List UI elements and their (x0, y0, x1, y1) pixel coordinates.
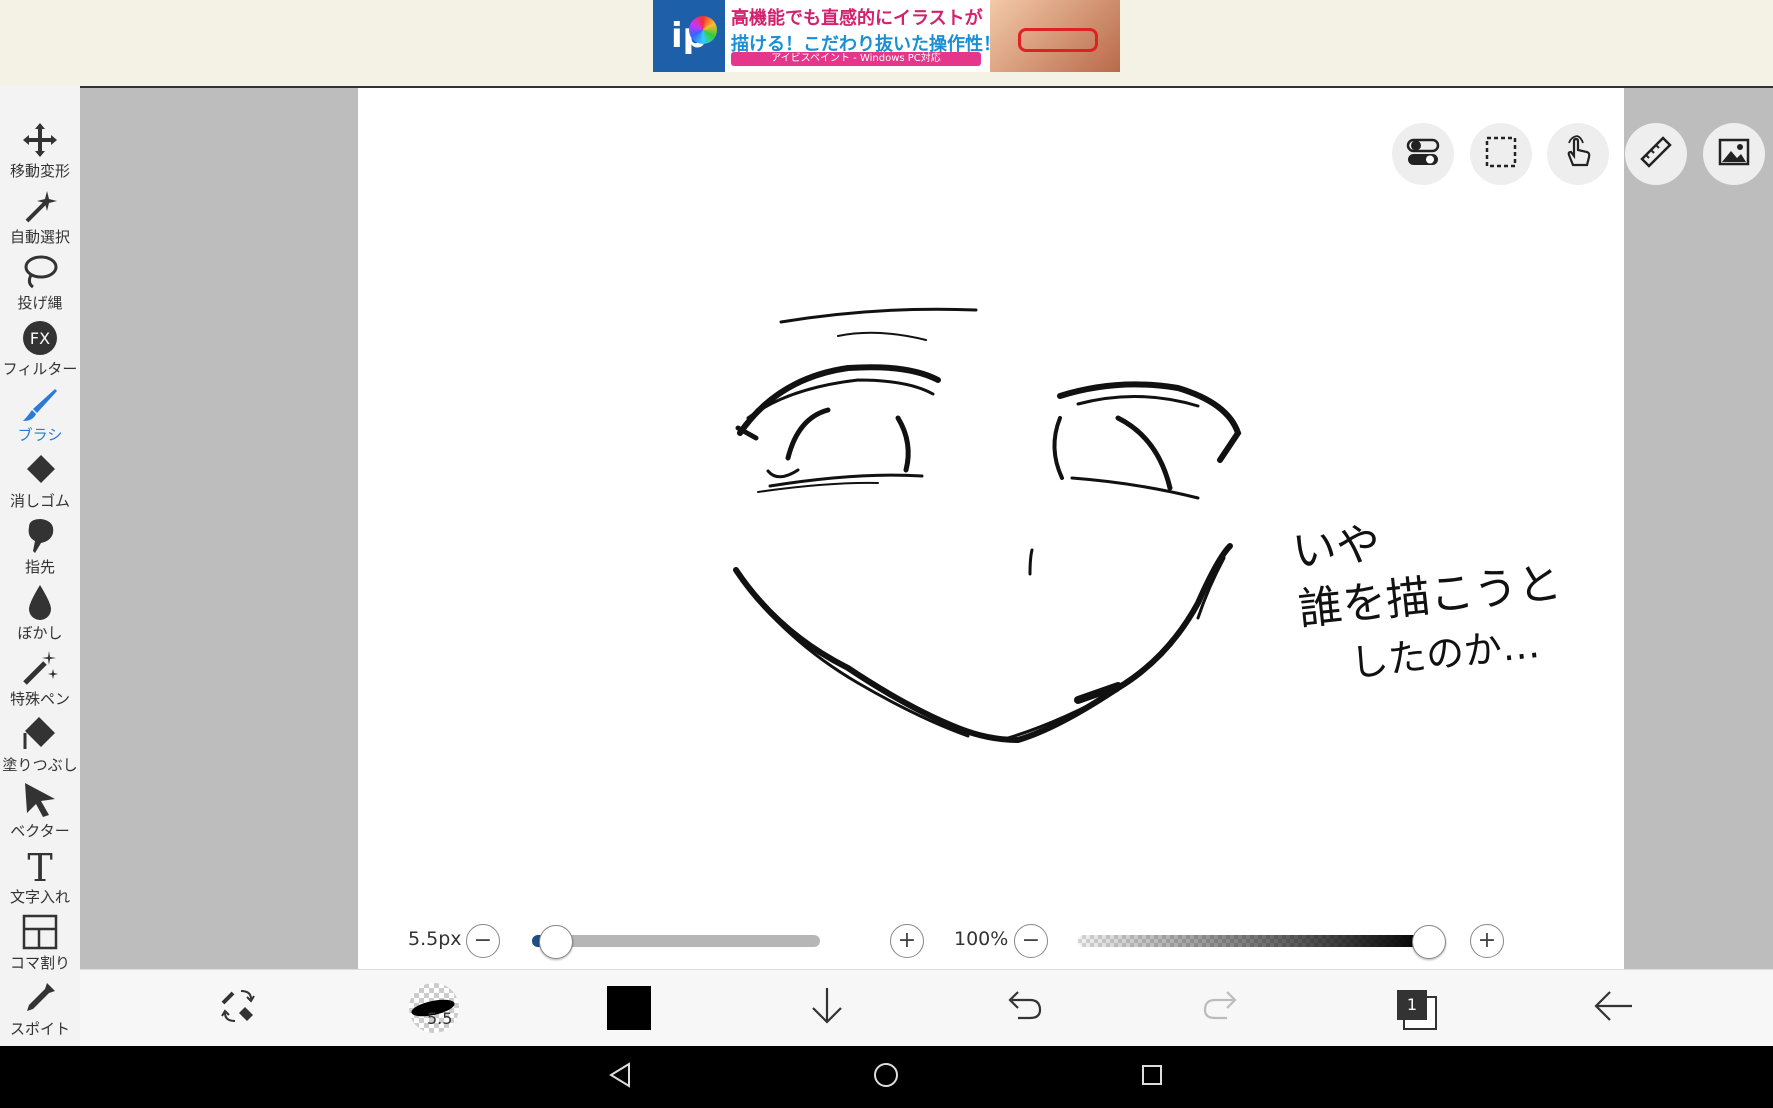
selection-button[interactable] (1470, 123, 1532, 185)
tool-magic-wand[interactable]: 自動選択 (0, 186, 80, 250)
current-color-swatch (607, 986, 651, 1030)
tool-filter[interactable]: FX フィルター (0, 318, 80, 382)
size-decrease-button[interactable]: − (466, 924, 500, 958)
brush-preview-icon: 5.5 (409, 983, 459, 1033)
fill-bucket-icon (0, 714, 80, 754)
toggle-button[interactable] (1392, 123, 1454, 185)
brush-size-label: 5.5px (408, 928, 462, 950)
size-increase-button[interactable]: + (890, 924, 924, 958)
move-transform-icon (0, 120, 80, 160)
toggle-icon (1406, 135, 1440, 173)
brush-sliders: 5.5px − + 100% − + (358, 905, 1624, 975)
tool-swap-button[interactable] (208, 980, 268, 1036)
ad-character-image (990, 0, 1120, 72)
brush-size-knob[interactable] (538, 925, 573, 959)
bottom-toolbar: 5.5 1 (80, 969, 1773, 1047)
svg-text:T: T (27, 847, 52, 885)
layers-button[interactable]: 1 (1387, 980, 1447, 1036)
tool-fill[interactable]: 塗りつぶし (0, 714, 80, 778)
undo-icon (1004, 986, 1044, 1030)
touch-button[interactable] (1547, 123, 1609, 185)
tool-lasso[interactable]: 投げ縄 (0, 252, 80, 316)
eraser-icon (0, 450, 80, 490)
fx-filter-icon: FX (0, 318, 80, 358)
opacity-increase-button[interactable]: + (1470, 924, 1504, 958)
tool-blur[interactable]: ぼかし (0, 582, 80, 646)
tool-brush[interactable]: ブラシ (0, 384, 80, 448)
image-icon (1717, 135, 1751, 173)
vector-cursor-icon (0, 780, 80, 820)
special-pen-icon (0, 648, 80, 688)
color-button[interactable] (599, 980, 659, 1036)
brush-preview-value: 5.5 (427, 1009, 453, 1028)
tool-sidebar: 移動変形 自動選択 投げ縄 FX フィルター ブラシ 消しゴム 指先 ぼかし 特… (0, 86, 80, 1046)
ad-banner[interactable]: ip 高機能でも直感的にイラストが 描ける！こだわり抜いた操作性！ アイビスペイ… (653, 0, 1120, 72)
brush-eraser-swap-icon (217, 985, 259, 1031)
tool-vector[interactable]: ベクター (0, 780, 80, 844)
opacity-slider[interactable] (1078, 935, 1428, 947)
undo-button[interactable] (994, 980, 1054, 1036)
opacity-label: 100% (954, 928, 1009, 950)
blur-drop-icon (0, 582, 80, 622)
redo-button[interactable] (1191, 980, 1251, 1036)
tool-frame-divider[interactable]: コマ割り (0, 912, 80, 976)
eyedropper-icon (0, 978, 80, 1018)
arrow-left-icon (1592, 985, 1634, 1031)
layers-icon: 1 (1397, 988, 1437, 1030)
ad-strip: アイビスペイント - Windows PC対応 (731, 52, 981, 66)
svg-text:FX: FX (30, 329, 50, 348)
triangle-back-icon (607, 1062, 633, 1092)
brush-preview-button[interactable]: 5.5 (404, 980, 464, 1036)
tool-smudge[interactable]: 指先 (0, 516, 80, 580)
finger-smudge-icon (0, 516, 80, 556)
nav-recents-button[interactable] (1135, 1060, 1169, 1094)
download-button[interactable] (797, 980, 857, 1036)
ibispaint-logo: ip (653, 0, 725, 72)
tool-special-pen[interactable]: 特殊ペン (0, 648, 80, 712)
nav-back-button[interactable] (603, 1060, 637, 1094)
brush-icon (0, 384, 80, 424)
tool-eyedropper[interactable]: スポイト (0, 978, 80, 1042)
redo-icon (1201, 986, 1241, 1030)
opacity-knob[interactable] (1412, 925, 1446, 959)
text-icon: T (0, 846, 80, 886)
brush-size-slider[interactable] (532, 935, 820, 947)
ruler-icon (1639, 135, 1673, 173)
nav-home-button[interactable] (869, 1060, 903, 1094)
opacity-decrease-button[interactable]: − (1014, 924, 1048, 958)
reference-image-button[interactable] (1703, 123, 1765, 185)
ad-bar: ip 高機能でも直感的にイラストが 描ける！こだわり抜いた操作性！ アイビスペイ… (0, 0, 1773, 88)
drawing-canvas[interactable]: いや 誰を描こうと したのか… (358, 88, 1624, 970)
lasso-icon (0, 252, 80, 292)
layer-count: 1 (1397, 990, 1427, 1020)
square-recents-icon (1140, 1063, 1164, 1091)
selection-rect-icon (1484, 135, 1518, 173)
tool-move-transform[interactable]: 移動変形 (0, 120, 80, 184)
hand-touch-icon (1561, 135, 1595, 173)
frame-divider-icon (0, 912, 80, 952)
arrow-down-icon (807, 986, 847, 1030)
ruler-button[interactable] (1625, 123, 1687, 185)
tool-text[interactable]: T 文字入れ (0, 846, 80, 910)
handwritten-note: いや 誰を描こうと したのか… (1290, 497, 1571, 698)
tool-eraser[interactable]: 消しゴム (0, 450, 80, 514)
magic-wand-icon (0, 186, 80, 226)
back-button[interactable] (1583, 980, 1643, 1036)
circle-home-icon (872, 1061, 900, 1093)
system-nav-bar (0, 1046, 1773, 1108)
